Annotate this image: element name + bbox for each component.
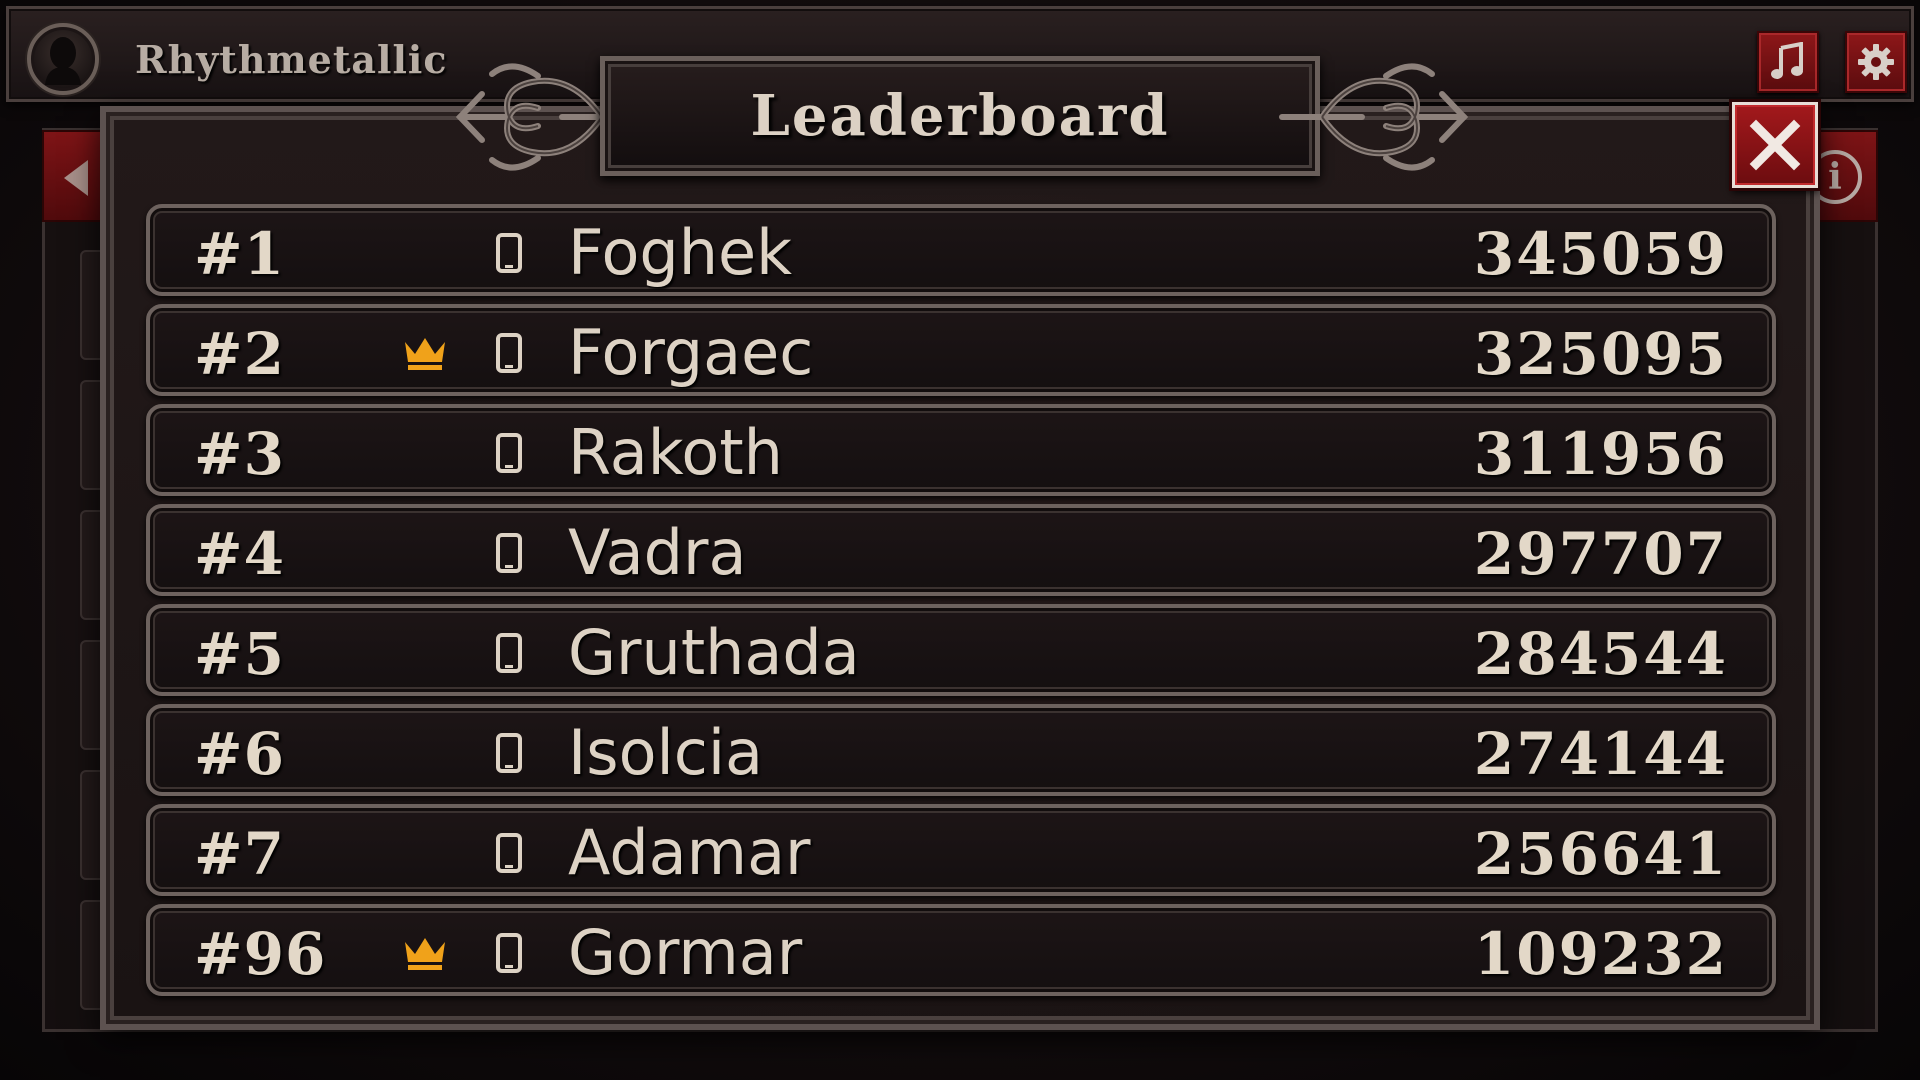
music-note-icon: [1771, 42, 1803, 79]
player-name: Forgaec: [568, 316, 814, 389]
rank-label: #3: [194, 420, 285, 488]
phone-icon: [496, 333, 522, 373]
back-arrow-icon: [64, 160, 88, 196]
leaderboard-row-current-player[interactable]: #96 Gormar 109232: [146, 904, 1776, 996]
player-score: 297707: [1473, 520, 1728, 588]
leaderboard-row[interactable]: #2 Forgaec 325095: [146, 304, 1776, 396]
phone-icon: [496, 733, 522, 773]
app-title: Rhythmetallic: [135, 37, 448, 82]
leaderboard-row[interactable]: #7 Adamar 256641: [146, 804, 1776, 896]
leaderboard-header: Leaderboard: [600, 56, 1320, 176]
close-button[interactable]: [1732, 102, 1818, 188]
leaderboard-row[interactable]: #3 Rakoth 311956: [146, 404, 1776, 496]
player-name: Gruthada: [568, 616, 860, 689]
player-score: 284544: [1473, 620, 1728, 688]
rank-label: #2: [194, 320, 285, 388]
leaderboard-title: Leaderboard: [750, 83, 1170, 149]
leaderboard-row[interactable]: #4 Vadra 297707: [146, 504, 1776, 596]
player-name: Rakoth: [568, 416, 783, 489]
rank-label: #7: [194, 820, 285, 888]
player-name: Gormar: [568, 916, 803, 989]
gear-icon: [1858, 44, 1894, 80]
phone-icon: [496, 933, 522, 973]
rank-label: #1: [194, 220, 285, 288]
crown-icon: [405, 938, 445, 970]
player-score: 325095: [1473, 320, 1728, 388]
player-score: 256641: [1473, 820, 1728, 888]
settings-button[interactable]: [1845, 31, 1907, 93]
player-name: Isolcia: [568, 716, 764, 789]
phone-icon: [496, 433, 522, 473]
player-score: 274144: [1473, 720, 1728, 788]
game-screen: i Rhythmetallic Leaderboard #1 Foghek 34…: [0, 0, 1920, 1080]
player-score: 311956: [1473, 420, 1728, 488]
crown-icon: [405, 338, 445, 370]
player-score: 109232: [1473, 920, 1728, 988]
rank-label: #96: [194, 920, 327, 988]
rank-label: #6: [194, 720, 285, 788]
player-score: 345059: [1473, 220, 1728, 288]
player-name: Vadra: [568, 516, 747, 589]
phone-icon: [496, 633, 522, 673]
phone-icon: [496, 233, 522, 273]
player-silhouette-icon: [45, 37, 81, 85]
player-name: Adamar: [568, 816, 811, 889]
phone-icon: [496, 533, 522, 573]
phone-icon: [496, 833, 522, 873]
ornament-right-icon: [1279, 63, 1469, 171]
avatar[interactable]: [27, 23, 99, 95]
rank-label: #4: [194, 520, 285, 588]
music-button[interactable]: [1757, 31, 1819, 93]
leaderboard-row[interactable]: #1 Foghek 345059: [146, 204, 1776, 296]
close-x-icon: [1749, 119, 1801, 171]
player-name: Foghek: [568, 216, 793, 289]
leaderboard-row[interactable]: #6 Isolcia 274144: [146, 704, 1776, 796]
leaderboard-row[interactable]: #5 Gruthada 284544: [146, 604, 1776, 696]
rank-label: #5: [194, 620, 285, 688]
